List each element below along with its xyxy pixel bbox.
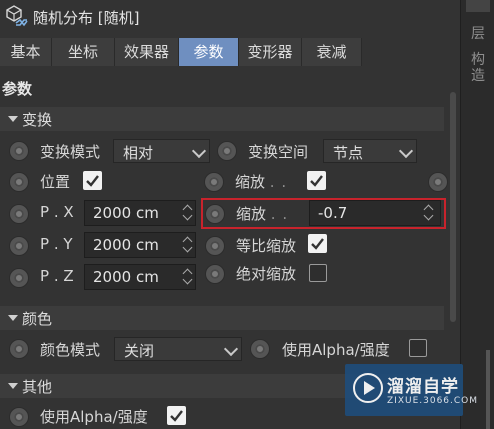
absolute-scale-checkbox[interactable] [309, 264, 327, 282]
scale-label: 缩放 . . [235, 173, 288, 191]
spinner-arrows-icon[interactable] [182, 236, 193, 253]
position-label: 位置 [40, 173, 71, 191]
title-bar: 随机分布 [随机] [0, 0, 460, 34]
px-input[interactable]: 2000 cm [84, 200, 196, 226]
input-value: 2000 cm [93, 236, 159, 254]
keyframe-radio[interactable] [204, 172, 224, 192]
keyframe-radio[interactable] [205, 264, 225, 284]
input-value: 2000 cm [93, 268, 159, 286]
use-alpha-checkbox[interactable] [409, 339, 427, 357]
collapse-arrow-icon [8, 383, 18, 389]
watermark: 溜溜自学 ZIXUE.3066.COM [345, 364, 477, 416]
spinner-arrows-icon[interactable] [182, 204, 193, 221]
scale-checkbox[interactable] [307, 171, 326, 190]
keyframe-radio[interactable] [9, 172, 29, 192]
keyframe-radio[interactable] [9, 339, 29, 359]
layers-tab-label[interactable]: 层 [470, 26, 486, 42]
pz-input[interactable]: 2000 cm [84, 264, 196, 290]
collapse-arrow-icon [8, 315, 18, 321]
panel-grip[interactable] [466, 0, 490, 12]
section-title: 变换 [22, 111, 53, 129]
vertical-scrollbar[interactable] [450, 92, 456, 322]
page-title: 参数 [2, 80, 33, 98]
color-mode-dropdown[interactable]: 关闭 [114, 337, 242, 361]
input-value: 2000 cm [93, 204, 159, 222]
dropdown-value: 关闭 [124, 342, 155, 360]
use-alpha-checkbox[interactable] [167, 406, 186, 425]
random-effector-icon [4, 4, 28, 28]
chevron-down-icon [398, 143, 414, 159]
tab-effector[interactable]: 效果器 [115, 38, 179, 66]
watermark-title: 溜溜自学 [387, 377, 459, 397]
dropdown-value: 节点 [333, 144, 364, 162]
transform-space-dropdown[interactable]: 节点 [323, 139, 417, 163]
absolute-scale-label: 绝对缩放 [236, 265, 297, 283]
panel-scrollbar[interactable] [486, 350, 490, 429]
uniform-scale-label: 等比缩放 [236, 237, 297, 255]
transform-mode-dropdown[interactable]: 相对 [113, 139, 210, 163]
keyframe-radio[interactable] [9, 141, 29, 161]
keyframe-radio[interactable] [9, 407, 29, 427]
transform-space-label: 变换空间 [248, 143, 309, 161]
structure-tab-label[interactable]: 构造 [470, 52, 486, 84]
section-title: 其他 [22, 378, 53, 396]
collapse-arrow-icon [8, 116, 18, 122]
position-checkbox[interactable] [83, 171, 102, 190]
side-panel: 层 构造 [460, 0, 494, 429]
keyframe-radio[interactable] [428, 172, 448, 192]
px-label: P . X [40, 203, 74, 221]
window-title: 随机分布 [随机] [33, 9, 140, 27]
play-logo-icon [353, 373, 383, 403]
tab-bar: 基本 坐标 效果器 参数 变形器 衰减 [0, 38, 460, 66]
tab-falloff[interactable]: 衰减 [302, 38, 362, 66]
watermark-url: ZIXUE.3066.COM [387, 396, 479, 406]
dropdown-value: 相对 [123, 144, 154, 162]
chevron-down-icon [223, 341, 239, 357]
tab-coordinates[interactable]: 坐标 [52, 38, 115, 66]
spinner-arrows-icon[interactable] [182, 268, 193, 285]
uniform-scale-checkbox[interactable] [308, 234, 327, 253]
section-title: 颜色 [22, 310, 53, 328]
tab-deformer[interactable]: 变形器 [239, 38, 302, 66]
py-label: P . Y [40, 235, 73, 253]
tab-basic[interactable]: 基本 [0, 38, 52, 66]
use-alpha-label: 使用Alpha/强度 [40, 408, 148, 426]
section-transform[interactable]: 变换 [0, 107, 444, 131]
highlight-box [201, 198, 446, 229]
pz-label: P . Z [40, 267, 74, 285]
keyframe-radio[interactable] [205, 236, 225, 256]
transform-mode-label: 变换模式 [40, 143, 101, 161]
chevron-down-icon [191, 143, 207, 159]
color-mode-label: 颜色模式 [40, 341, 101, 359]
py-input[interactable]: 2000 cm [84, 232, 196, 258]
use-alpha-label: 使用Alpha/强度 [282, 341, 390, 359]
keyframe-radio[interactable] [9, 204, 29, 224]
tab-parameters[interactable]: 参数 [179, 38, 239, 66]
keyframe-radio[interactable] [217, 141, 237, 161]
section-color[interactable]: 颜色 [0, 306, 444, 330]
keyframe-radio[interactable] [250, 339, 270, 359]
keyframe-radio[interactable] [9, 268, 29, 288]
keyframe-radio[interactable] [9, 236, 29, 256]
